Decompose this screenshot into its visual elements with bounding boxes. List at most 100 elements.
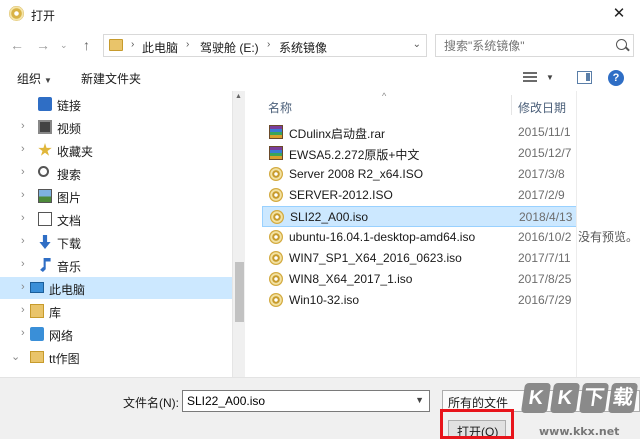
file-name: Win10-32.iso [289,293,360,307]
filename-combobox[interactable]: ▼ [182,390,430,412]
sidebar-item-network[interactable]: › 网络 [0,323,232,345]
command-toolbar: 组织 ▼ 新建文件夹 ▼ ? [0,64,640,91]
window-title: 打开 [31,9,56,23]
file-row[interactable]: Win10-32.iso 2016/7/29 [262,290,576,311]
disc-image-icon [269,272,283,286]
breadcrumb-this-pc[interactable]: 此电脑 [142,39,178,56]
organize-button[interactable]: 组织 ▼ [17,70,52,87]
search-input[interactable] [436,35,611,56]
chevron-right-icon[interactable]: › [21,304,25,316]
sidebar-item-link[interactable]: 链接 [0,93,232,115]
file-name: CDulinx启动盘.rar [289,127,386,141]
sidebar-item-label: 音乐 [57,260,82,274]
chevron-down-icon[interactable]: ▼ [415,395,424,405]
forward-button[interactable]: → [36,37,50,53]
up-button[interactable]: ↑ [83,37,90,53]
filename-input[interactable] [183,391,408,411]
chevron-right-icon[interactable]: › [21,212,25,224]
file-row[interactable]: SERVER-2012.ISO 2017/2/9 [262,185,576,206]
back-button[interactable]: ← [10,37,24,53]
folder-icon [30,351,44,363]
sidebar-item-star[interactable]: › 收藏夹 [0,139,232,161]
dialog-footer: 文件名(N): ▼ 所有的文件 打开(O) [0,377,640,439]
column-divider[interactable] [511,95,512,115]
scrollbar[interactable]: ▲ [232,91,245,377]
sidebar-item-label: 收藏夹 [57,145,94,159]
sidebar-item-label: 此电脑 [49,283,86,297]
breadcrumb-system-images[interactable]: 系统镜像 [279,39,327,56]
search-icon[interactable] [616,39,627,50]
sort-ascending-icon: ^ [382,91,387,101]
network-icon [30,327,44,341]
file-name: Server 2008 R2_x64.ISO [289,167,424,181]
file-row[interactable]: ubuntu-16.04.1-desktop-amd64.iso 2016/10/… [262,227,576,248]
sidebar-item-label: 文档 [57,214,82,228]
sidebar-item-label: 视频 [57,122,82,136]
address-bar[interactable]: › 此电脑 › 驾驶舱 (E:) › 系统镜像 ⌄ [103,34,427,57]
chevron-right-icon[interactable]: › [21,235,25,247]
disc-icon [9,6,24,21]
file-row[interactable]: Server 2008 R2_x64.ISO 2017/3/8 [262,164,576,185]
search-box[interactable] [435,34,634,57]
file-date: 2017/8/25 [518,272,572,286]
recent-locations-button[interactable]: ⌄ [60,40,68,51]
help-icon[interactable]: ? [608,70,624,86]
download-icon [39,235,51,249]
file-date: 2015/12/7 [518,146,572,160]
file-name: SLI22_A00.iso [290,210,369,224]
file-row[interactable]: WIN7_SP1_X64_2016_0623.iso 2017/7/11 [262,248,576,269]
file-name: WIN7_SP1_X64_2016_0623.iso [289,251,462,265]
chevron-right-icon[interactable]: › [21,258,25,270]
chevron-right-icon: › [131,39,135,50]
sidebar-item-label: 网络 [49,329,74,343]
close-button[interactable]: ✕ [606,3,632,25]
file-row[interactable]: CDulinx启动盘.rar 2015/11/1 [262,122,576,143]
file-name: SERVER-2012.ISO [289,188,393,202]
sidebar-item-document[interactable]: › 文档 [0,208,232,230]
file-name: WIN8_X64_2017_1.iso [289,272,413,286]
file-row[interactable]: EWSA5.2.272原版+中文 2015/12/7 [262,143,576,164]
title-bar: 打开 ✕ [0,0,640,28]
computer-icon [30,282,44,293]
chevron-right-icon[interactable]: › [21,189,25,201]
view-options-icon[interactable] [523,72,537,83]
picture-icon [38,189,52,203]
file-date: 2016/10/2 [518,230,572,244]
disc-image-icon [269,251,283,265]
new-folder-button[interactable]: 新建文件夹 [81,70,141,87]
chevron-right-icon[interactable]: › [21,166,25,178]
sidebar-item-computer[interactable]: › 此电脑 [0,277,232,299]
file-row[interactable]: WIN8_X64_2017_1.iso 2017/8/25 [262,269,576,290]
sidebar-item-music[interactable]: › 音乐 [0,254,232,276]
sidebar-item-folder[interactable]: ⌄ tt作图 [0,346,232,368]
star-icon [38,143,52,156]
chevron-right-icon[interactable]: › [21,281,25,293]
scrollbar-thumb[interactable] [235,262,244,322]
chevron-right-icon[interactable]: › [21,143,25,155]
sidebar-item-picture[interactable]: › 图片 [0,185,232,207]
archive-icon [269,146,283,160]
sidebar-item-search[interactable]: › 搜索 [0,162,232,184]
column-header-date[interactable]: 修改日期 [518,99,566,116]
scroll-up-icon[interactable]: ▲ [235,93,242,100]
chevron-right-icon[interactable]: › [21,120,25,132]
sidebar-item-video[interactable]: › 视频 [0,116,232,138]
navigation-pane: 链接 › 视频 › 收藏夹 › 搜索 › 图片 › 文档 › 下载 › 音乐 › 此电脑 › 库 › 网络 ⌄ tt作图 [0,91,232,377]
file-date: 2017/7/11 [518,251,571,265]
sidebar-item-label: 图片 [57,191,82,205]
sidebar-item-download[interactable]: › 下载 [0,231,232,253]
chevron-down-icon[interactable]: ⌄ [413,39,421,50]
sidebar-item-label: 链接 [57,99,82,113]
sidebar-item-library[interactable]: › 库 [0,300,232,322]
column-header-name[interactable]: 名称 [268,99,292,116]
chevron-right-icon[interactable]: › [21,327,25,339]
chevron-right-icon: › [267,39,271,50]
preview-pane-icon[interactable] [577,71,592,84]
file-date: 2016/7/29 [518,293,572,307]
caret-down-icon: ▼ [44,76,52,85]
file-row[interactable]: SLI22_A00.iso 2018/4/13 [262,206,576,227]
caret-down-icon[interactable]: ▼ [546,73,554,82]
file-list: 名称 ^ 修改日期 CDulinx启动盘.rar 2015/11/1 EWSA5.2… [246,91,576,377]
chevron-down-icon[interactable]: ⌄ [11,350,20,363]
breadcrumb-drive-e[interactable]: 驾驶舱 (E:) [200,39,259,56]
